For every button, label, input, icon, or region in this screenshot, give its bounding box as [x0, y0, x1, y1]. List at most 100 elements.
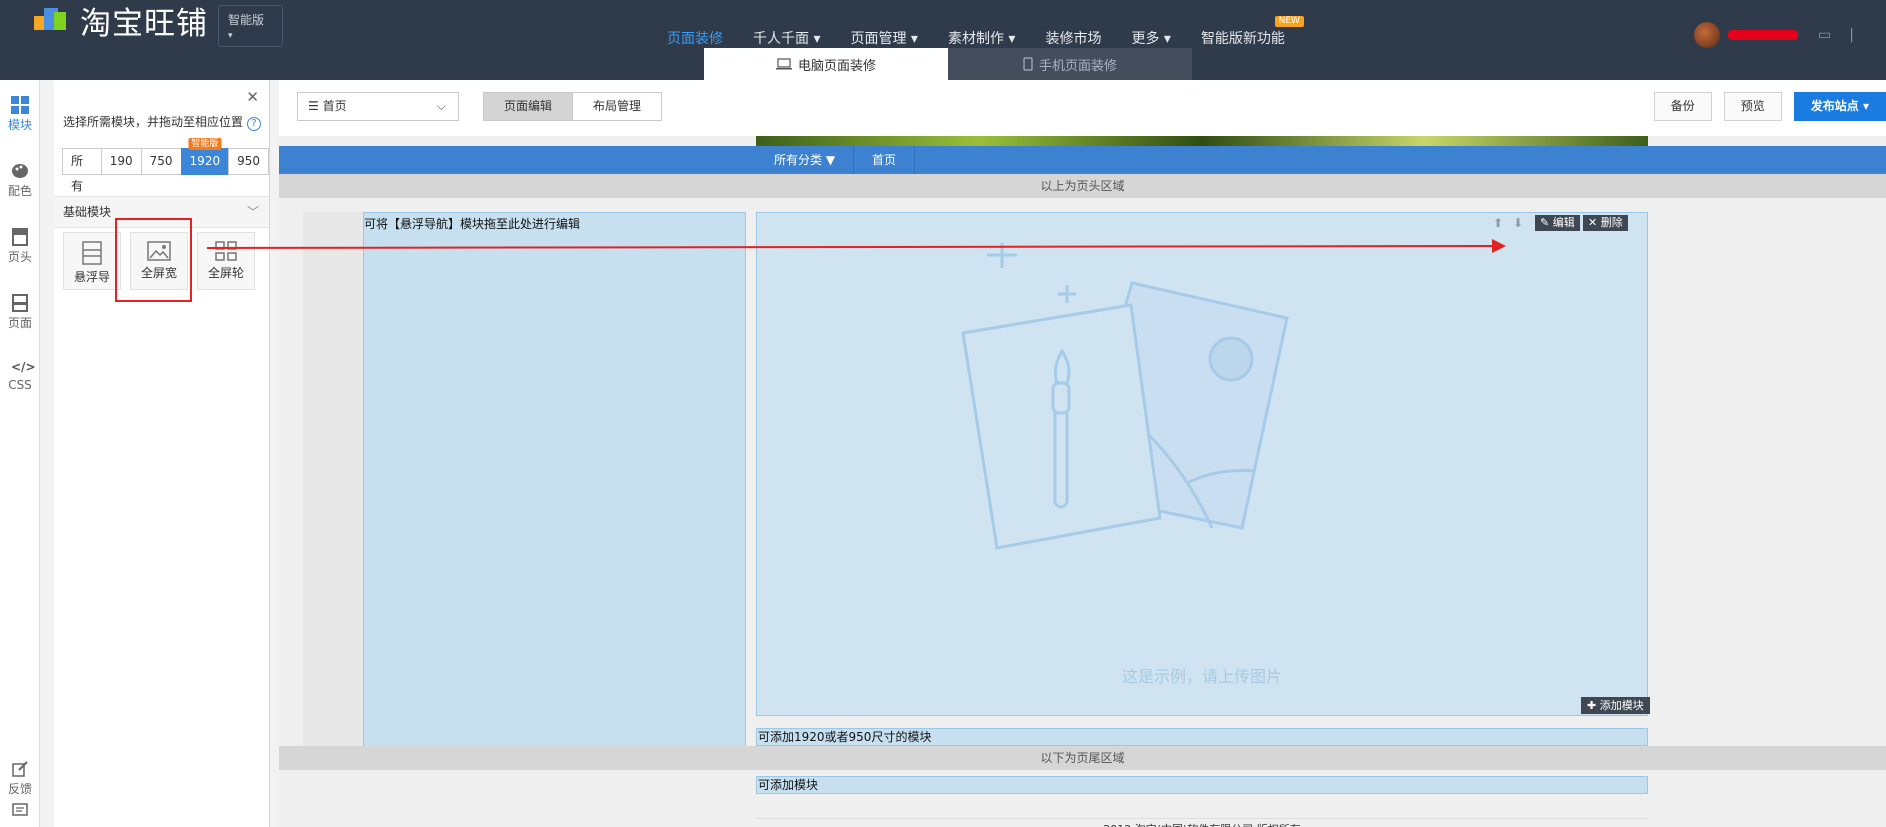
edit-label: 编辑	[1552, 216, 1575, 229]
divider-icon: |	[1849, 27, 1854, 43]
add-module-label: 添加模块	[1599, 699, 1644, 712]
copyright-text: 2012 淘宝(中国)软件有限公司 版权所有	[756, 818, 1648, 827]
edition-label: 智能版	[228, 13, 265, 27]
size-filter-all[interactable]: 所有	[62, 148, 102, 193]
header-layout-icon	[12, 228, 28, 246]
carousel-grid-icon	[215, 241, 237, 261]
shop-nav-all-categories[interactable]: 所有分类 ▼	[756, 146, 855, 174]
decoration-tabs: 电脑页面装修 手机页面装修	[704, 48, 1192, 80]
page-select-value: 首页	[322, 99, 347, 113]
floating-nav-hint: 可将【悬浮导航】模块拖至此处进行编辑	[364, 217, 581, 231]
editor-canvas: 所有分类 ▼ 首页 以上为页头区域 可将【悬浮导航】模块拖至此处进行编辑 ⬆ ⬇…	[279, 136, 1886, 827]
sidebar-item-css[interactable]: </> CSS	[0, 360, 40, 392]
sidebar-item-header[interactable]: 页头	[0, 228, 40, 265]
taobao-wangpu-logo[interactable]: 淘宝旺铺	[32, 0, 208, 42]
sidebar-item-label: 页头	[7, 250, 32, 264]
panel-tip: 选择所需模块，并拖动至相应位置?	[63, 113, 262, 131]
sidebar-item-feedback[interactable]: 反馈	[0, 760, 40, 797]
nav-smart-new-features[interactable]: 智能版新功能 NEW	[1186, 16, 1304, 54]
shop-nav-home[interactable]: 首页	[854, 146, 916, 174]
arrow-down-icon[interactable]: ⬇	[1513, 216, 1523, 230]
delete-label: 删除	[1600, 216, 1623, 229]
size-filter-190[interactable]: 190	[100, 148, 142, 175]
logo-text: 淘宝旺铺	[80, 5, 208, 42]
layout-gutter	[303, 212, 363, 752]
tab-mobile-decoration[interactable]: 手机页面装修	[948, 48, 1192, 80]
delete-button[interactable]: ✕ 删除	[1583, 215, 1628, 231]
floating-nav-drop-zone[interactable]: 可将【悬浮导航】模块拖至此处进行编辑	[363, 212, 746, 752]
size-note-zone[interactable]: 可添加1920或者950尺寸的模块	[756, 728, 1648, 746]
footer-region-label: 以下为页尾区域	[279, 746, 1886, 770]
logo-mark-icon	[32, 2, 72, 38]
edition-selector[interactable]: 智能版 ▾	[218, 5, 283, 47]
new-badge: NEW	[1274, 16, 1304, 27]
annotation-highlight-box	[115, 218, 192, 302]
module-label: 全屏轮	[207, 266, 244, 280]
sidebar-item-label: 反馈	[7, 782, 32, 796]
tab-label: 手机页面装修	[1038, 58, 1117, 74]
menu-icon: ☰	[308, 99, 319, 113]
shop-nav-items: 所有分类 ▼ 首页	[756, 146, 916, 174]
sidebar-item-label: 页面	[7, 316, 32, 330]
chevron-down-icon: ▾	[228, 31, 233, 41]
publish-button[interactable]: 发布站点 ▾	[1793, 92, 1886, 121]
close-icon[interactable]: ✕	[246, 88, 259, 106]
avatar	[1694, 22, 1720, 48]
sidebar-item-label: 配色	[7, 184, 32, 198]
example-image-hint: 这是示例，请上传图片	[1121, 667, 1282, 686]
sidebar-item-color[interactable]: 配色	[0, 162, 40, 199]
sidebar-item-comment[interactable]	[0, 802, 40, 822]
top-bar: 淘宝旺铺 智能版 ▾ 页面装修 千人千面 ▾ 页面管理 ▾ 素材制作 ▾ 装修市…	[0, 0, 1886, 80]
nav-label: 素材制作 ▾	[947, 31, 1016, 47]
add-module-zone[interactable]: 可添加模块	[756, 776, 1648, 794]
shop-nav-bar[interactable]: 所有分类 ▼ 首页	[279, 146, 1886, 174]
comment-icon	[12, 803, 28, 816]
user-menu[interactable]	[1694, 22, 1798, 48]
editor-toolbar: ☰ 首页 ⌵ 页面编辑 布局管理 备份 预览 发布站点 ▾	[279, 80, 1886, 136]
module-panel: ✕ 选择所需模块，并拖动至相应位置? 所有 190 750 1920 智能版 9…	[54, 80, 270, 827]
page-layout-icon	[12, 294, 28, 312]
nav-label: 智能版新功能	[1200, 31, 1285, 47]
code-icon: </>	[11, 360, 36, 374]
module-label: 悬浮导	[73, 270, 110, 284]
size-filter-1920[interactable]: 1920 智能版	[180, 138, 230, 175]
sidebar-item-label: CSS	[8, 378, 32, 392]
size-filter-950[interactable]: 950	[228, 148, 269, 175]
nav-label: 千人千面 ▾	[753, 31, 821, 47]
nav-label: 装修市场	[1045, 31, 1102, 47]
laptop-icon	[775, 58, 792, 70]
tab-page-edit[interactable]: 页面编辑	[483, 92, 574, 121]
top-right-icons: ▭ |	[1818, 27, 1854, 43]
size-filter: 所有 190 750 1920 智能版 950	[62, 138, 269, 193]
size-filter-750[interactable]: 750	[140, 148, 182, 175]
nav-label: 页面装修	[667, 31, 723, 47]
backup-button[interactable]: 备份	[1653, 92, 1712, 121]
mode-tabs: 页面编辑 布局管理	[483, 92, 663, 121]
add-module-button[interactable]: ✚ 添加模块	[1581, 697, 1650, 714]
grid-icon	[11, 96, 29, 114]
fullwidth-image-module[interactable]: ⬆ ⬇ ✎ 编辑 ✕ 删除 这是示例，请上传图片	[756, 212, 1648, 716]
palette-icon	[12, 164, 28, 178]
left-icon-bar: 模块 配色 页头 页面 </> CSS 反馈	[0, 80, 40, 827]
edit-icon	[12, 761, 28, 777]
chevron-down-icon: ⌵	[436, 99, 446, 113]
header-region-label: 以上为页头区域	[279, 174, 1886, 198]
message-icon[interactable]: ▭	[1818, 27, 1831, 43]
panel-tip-text: 选择所需模块，并拖动至相应位置	[63, 115, 244, 129]
image-placeholder-illustration	[961, 243, 1289, 550]
arrow-up-icon[interactable]: ⬆	[1493, 216, 1503, 230]
module-floating-nav[interactable]: 悬浮导	[63, 232, 121, 290]
sidebar-item-page[interactable]: 页面	[0, 294, 40, 331]
floating-nav-icon	[82, 241, 102, 265]
toolbar-actions: 备份 预览 发布站点 ▾	[1653, 92, 1886, 121]
username-redacted	[1728, 30, 1798, 40]
module-fullwidth-carousel[interactable]: 全屏轮	[197, 232, 255, 290]
preview-button[interactable]: 预览	[1723, 92, 1782, 121]
tab-pc-decoration[interactable]: 电脑页面装修	[704, 48, 948, 80]
sidebar-item-modules[interactable]: 模块	[0, 96, 40, 133]
tab-layout-management[interactable]: 布局管理	[572, 92, 663, 121]
chevron-down-icon: ﹀	[246, 205, 259, 219]
help-icon[interactable]: ?	[247, 117, 262, 131]
edit-button[interactable]: ✎ 编辑	[1535, 215, 1580, 231]
page-select[interactable]: ☰ 首页 ⌵	[297, 92, 459, 121]
